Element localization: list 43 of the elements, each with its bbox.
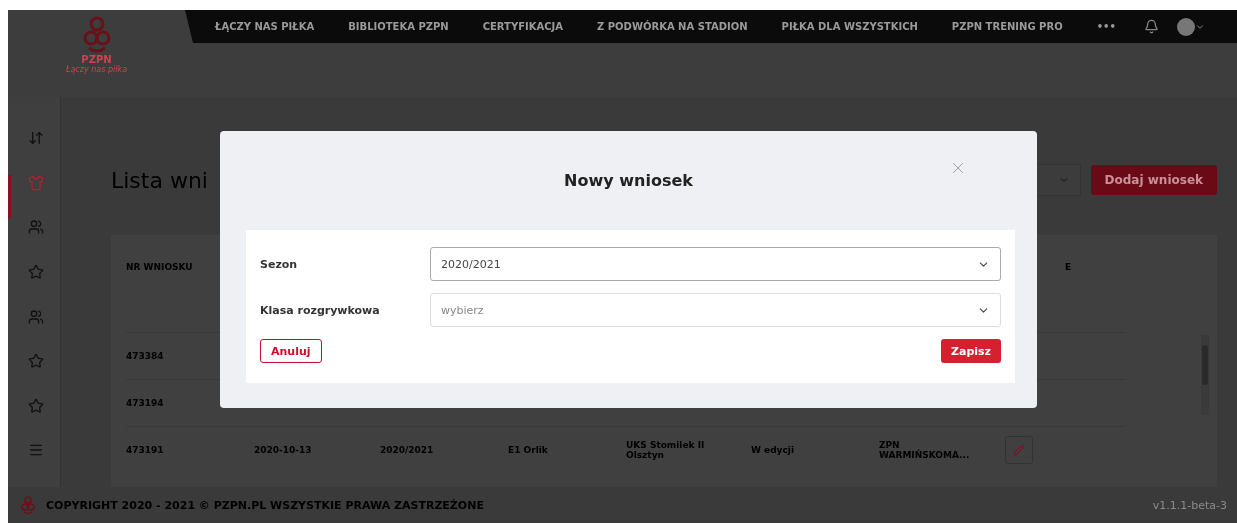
table-cell-text: UKS Stomilek II Olsztyn bbox=[626, 440, 706, 460]
column-header: E bbox=[1065, 262, 1072, 272]
avatar-menu[interactable] bbox=[1176, 17, 1205, 36]
table-cell: 473384 bbox=[126, 351, 164, 361]
logo-slogan: Łączy nas piłka bbox=[65, 65, 128, 74]
nav-link[interactable]: PIŁKA DLA WSZYSTKICH bbox=[781, 21, 918, 32]
table-cell: W edycji bbox=[751, 445, 794, 455]
add-button[interactable]: Dodaj wniosek bbox=[1090, 165, 1217, 195]
field-label: Sezon bbox=[260, 257, 299, 271]
table-cell: 473191 bbox=[126, 445, 164, 455]
table-cell-text: ZPN WARMIŃSKOMA... bbox=[879, 440, 971, 460]
more-link[interactable]: ••• bbox=[1096, 21, 1116, 32]
sort-icon bbox=[27, 130, 44, 146]
logo-name: PZPN bbox=[81, 54, 112, 65]
pencil-icon bbox=[1013, 444, 1025, 456]
modal-title: Nowy wniosek bbox=[564, 171, 693, 190]
edit-button[interactable] bbox=[1005, 436, 1033, 464]
nav-link[interactable]: Z PODWÓRKA NA STADION bbox=[597, 21, 748, 32]
copyright-text: COPYRIGHT 2020 - 2021 © PZPN.PL WSZYSTKIE PRAWA ZASTRZEŻONE bbox=[46, 498, 485, 512]
star-icon bbox=[27, 263, 44, 280]
users-icon bbox=[27, 308, 44, 325]
select-field[interactable]: 2020/2021 bbox=[430, 247, 1001, 281]
table-cell: E1 Orlik bbox=[508, 445, 548, 455]
nav-link[interactable]: ŁĄCZY NAS PIŁKA bbox=[215, 21, 315, 32]
star-icon bbox=[27, 353, 44, 370]
nav-link[interactable]: CERTYFIKACJA bbox=[482, 21, 564, 32]
star-icon bbox=[27, 397, 44, 414]
column-header: NR WNIOSKU bbox=[126, 262, 193, 272]
version-text: v1.1.1-beta-3 bbox=[1152, 498, 1227, 512]
cancel-button[interactable]: Anuluj bbox=[260, 339, 322, 363]
shirt-icon bbox=[27, 174, 44, 191]
logo-icon bbox=[20, 495, 36, 515]
table-cell: 2020/2021 bbox=[380, 445, 434, 455]
field-label: Klasa rozgrywkowa bbox=[260, 303, 381, 317]
users-icon bbox=[27, 219, 44, 236]
select-field[interactable]: wybierz bbox=[430, 293, 1001, 327]
table-cell: 2020-10-13 bbox=[254, 445, 312, 455]
page-title: Lista wni bbox=[111, 167, 208, 193]
bell-icon[interactable] bbox=[1143, 19, 1159, 34]
nav-link[interactable]: BIBLIOTEKA PZPN bbox=[348, 21, 449, 32]
table-cell: 473194 bbox=[126, 398, 164, 408]
nav-link[interactable]: PZPN TRENING PRO bbox=[951, 21, 1063, 32]
save-button[interactable]: Zapisz bbox=[941, 339, 1001, 363]
